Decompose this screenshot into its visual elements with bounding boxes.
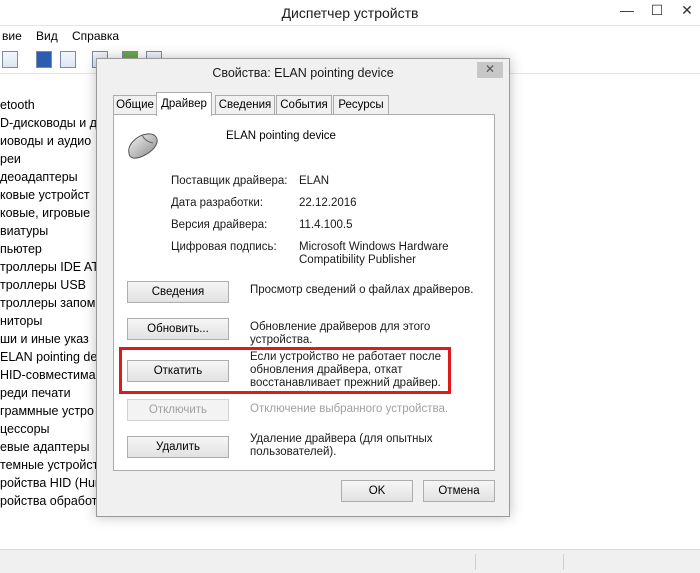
minimize-icon[interactable]: —: [612, 0, 642, 22]
uninstall-description: Удаление драйвера (для опытных пользоват…: [250, 433, 433, 458]
tree-item[interactable]: реди печати: [0, 384, 100, 402]
update-description: Обновление драйверов для этого устройств…: [250, 321, 431, 346]
maximize-icon[interactable]: ☐: [642, 0, 672, 22]
info-label-signer: Цифровая подпись:: [171, 241, 277, 253]
properties-dialog: Свойства: ELAN pointing device ✕ Общие Д…: [96, 58, 510, 517]
tree-item[interactable]: etooth: [0, 96, 100, 114]
status-divider: [563, 554, 564, 570]
tree-item[interactable]: деоадаптеры: [0, 168, 100, 186]
disable-description: Отключение выбранного устройства.: [250, 403, 449, 415]
cancel-button[interactable]: Отмена: [423, 480, 495, 502]
tree-item[interactable]: D-дисководы и д: [0, 114, 100, 132]
driver-panel: ELAN pointing device Поставщик драйвера:…: [113, 114, 495, 471]
help-icon[interactable]: [36, 51, 52, 68]
tree-item[interactable]: ковые, игровые: [0, 204, 100, 222]
tab-details[interactable]: Сведения: [215, 95, 275, 115]
tree-item[interactable]: троллеры USB: [0, 276, 100, 294]
main-window-title: Диспетчер устройств: [0, 0, 700, 26]
tree-item[interactable]: виатуры: [0, 222, 100, 240]
info-label-date: Дата разработки:: [171, 197, 264, 209]
tree-item[interactable]: ELAN pointing dev: [0, 348, 100, 366]
info-value-provider: ELAN: [299, 175, 330, 187]
menu-action[interactable]: вие: [2, 29, 22, 43]
tree-item[interactable]: евые адаптеры: [0, 438, 100, 456]
status-divider: [475, 554, 476, 570]
status-bar: [0, 549, 700, 573]
menu-view[interactable]: Вид: [36, 29, 58, 43]
tree-item[interactable]: реи: [0, 150, 100, 168]
info-value-version: 11.4.100.5: [299, 219, 353, 231]
tree-item[interactable]: цессоры: [0, 420, 100, 438]
console-icon[interactable]: [60, 51, 76, 68]
tree-item[interactable]: иоводы и аудио: [0, 132, 100, 150]
tree-item[interactable]: ши и иные указ: [0, 330, 100, 348]
rollback-highlight-frame: [119, 347, 451, 394]
menu-bar: вие Вид Справка: [0, 26, 700, 46]
info-label-provider: Поставщик драйвера:: [171, 175, 288, 187]
dialog-title: Свойства: ELAN pointing device: [97, 59, 509, 87]
device-tree: etooth D-дисководы и д иоводы и аудио ре…: [0, 96, 100, 510]
tree-item[interactable]: граммные устро: [0, 402, 100, 420]
tree-item[interactable]: темные устройст: [0, 456, 100, 474]
menu-help[interactable]: Справка: [72, 29, 119, 43]
tree-item[interactable]: троллеры IDE AT: [0, 258, 100, 276]
uninstall-button[interactable]: Удалить: [127, 436, 229, 458]
close-icon[interactable]: ✕: [672, 0, 700, 22]
details-button[interactable]: Сведения: [127, 281, 229, 303]
tab-general[interactable]: Общие: [113, 95, 157, 115]
tree-item[interactable]: ройства HID (Hum: [0, 474, 100, 492]
close-icon[interactable]: ✕: [477, 62, 503, 78]
info-value-date: 22.12.2016: [299, 197, 357, 209]
details-description: Просмотр сведений о файлах драйверов.: [250, 284, 474, 296]
info-label-version: Версия драйвера:: [171, 219, 268, 231]
info-value-signer: Microsoft Windows Hardware Compatibility…: [299, 241, 449, 266]
tree-item[interactable]: HID-совместима: [0, 366, 100, 384]
tab-resources[interactable]: Ресурсы: [333, 95, 389, 115]
ok-button[interactable]: OK: [341, 480, 413, 502]
tree-item[interactable]: ройства обработ: [0, 492, 100, 510]
properties-icon[interactable]: [2, 51, 18, 68]
disable-button[interactable]: Отключить: [127, 399, 229, 421]
tree-item[interactable]: троллеры запом: [0, 294, 100, 312]
tab-events[interactable]: События: [276, 95, 332, 115]
tree-item[interactable]: ниторы: [0, 312, 100, 330]
device-name: ELAN pointing device: [226, 130, 336, 142]
tree-item[interactable]: ковые устройст: [0, 186, 100, 204]
update-driver-button[interactable]: Обновить...: [127, 318, 229, 340]
tree-item[interactable]: пьютер: [0, 240, 100, 258]
tab-driver[interactable]: Драйвер: [156, 92, 212, 116]
mouse-icon: [128, 133, 158, 159]
